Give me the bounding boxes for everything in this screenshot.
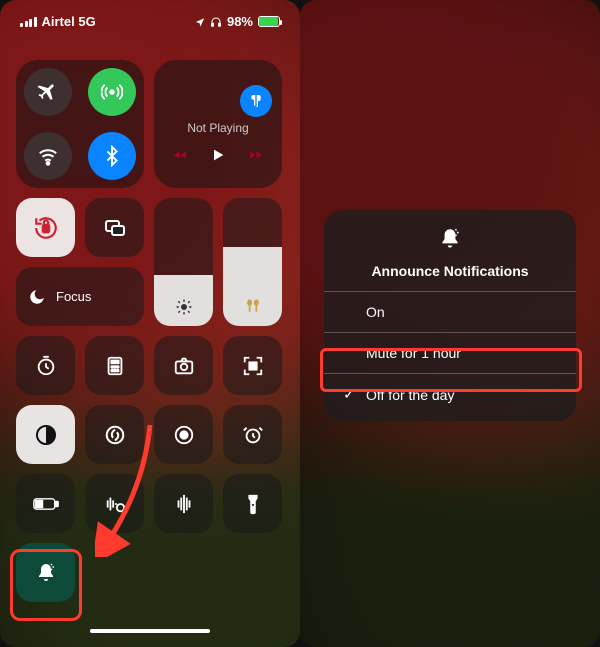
headphones-icon <box>210 16 222 28</box>
focus-button[interactable]: Focus <box>16 267 144 326</box>
camera-icon <box>173 355 195 377</box>
lock-rotation-icon <box>33 215 59 241</box>
dark-mode-icon <box>34 423 58 447</box>
option-on-label: On <box>366 304 385 320</box>
status-bar: Airtel 5G 98% <box>0 14 300 29</box>
calculator-icon <box>104 355 126 377</box>
mirroring-icon <box>103 216 127 240</box>
dark-mode-button[interactable] <box>16 405 75 464</box>
screenshot-left: Airtel 5G 98% <box>0 0 300 647</box>
option-on[interactable]: On <box>324 291 576 332</box>
focus-label: Focus <box>56 289 91 304</box>
announce-notifications-menu: Announce Notifications On Mute for 1 hou… <box>324 210 576 421</box>
battery-icon <box>258 16 280 27</box>
shazam-button[interactable] <box>85 405 144 464</box>
menu-title: Announce Notifications <box>324 263 576 279</box>
announce-bell-icon <box>34 561 58 585</box>
cellular-data-toggle[interactable] <box>88 68 136 116</box>
timer-icon <box>35 355 57 377</box>
record-icon <box>173 424 195 446</box>
shazam-icon <box>104 424 126 446</box>
sound-recognition-button[interactable] <box>85 474 144 533</box>
antenna-icon <box>101 81 123 103</box>
voice-memo-button[interactable] <box>154 474 213 533</box>
option-off-label: Off for the day <box>366 387 454 403</box>
calculator-button[interactable] <box>85 336 144 395</box>
announce-notifications-button[interactable] <box>16 543 75 602</box>
airpods-volume-icon <box>243 296 263 316</box>
timer-button[interactable] <box>16 336 75 395</box>
play-button[interactable] <box>210 147 226 163</box>
alarm-button[interactable] <box>223 405 282 464</box>
connectivity-tile[interactable] <box>16 60 144 188</box>
screen-mirroring-button[interactable] <box>85 198 144 257</box>
flashlight-icon <box>246 493 260 515</box>
bluetooth-toggle[interactable] <box>88 132 136 180</box>
orientation-lock-button[interactable] <box>16 198 75 257</box>
qr-icon <box>242 355 264 377</box>
sound-search-icon <box>103 493 127 515</box>
flashlight-button[interactable] <box>223 474 282 533</box>
audio-output-button[interactable] <box>240 85 272 117</box>
low-power-button[interactable] <box>16 474 75 533</box>
carrier-label: Airtel 5G <box>42 14 96 29</box>
screen-record-button[interactable] <box>154 405 213 464</box>
home-indicator[interactable] <box>90 629 210 633</box>
airpods-icon <box>248 93 264 109</box>
low-power-icon <box>33 496 59 512</box>
airplane-mode-toggle[interactable] <box>24 68 72 116</box>
location-icon <box>195 17 205 27</box>
previous-button[interactable] <box>172 148 188 162</box>
waveform-icon <box>172 493 196 515</box>
airplane-icon <box>37 81 59 103</box>
option-mute-1-hour[interactable]: Mute for 1 hour <box>324 332 576 373</box>
battery-percent: 98% <box>227 14 253 29</box>
wifi-icon <box>37 145 59 167</box>
alarm-icon <box>242 424 264 446</box>
camera-button[interactable] <box>154 336 213 395</box>
control-center: Not Playing <box>16 60 284 612</box>
volume-slider[interactable] <box>223 198 282 326</box>
moon-icon <box>28 288 46 306</box>
option-mute-label: Mute for 1 hour <box>366 345 461 361</box>
next-button[interactable] <box>248 148 264 162</box>
screenshot-right: Announce Notifications On Mute for 1 hou… <box>300 0 600 647</box>
qr-scanner-button[interactable] <box>223 336 282 395</box>
announce-bell-icon <box>437 226 463 252</box>
wifi-toggle[interactable] <box>24 132 72 180</box>
media-tile[interactable]: Not Playing <box>154 60 282 188</box>
now-playing-label: Not Playing <box>187 121 248 135</box>
brightness-slider[interactable] <box>154 198 213 326</box>
sun-icon <box>175 298 193 316</box>
signal-icon <box>20 17 37 27</box>
bluetooth-icon <box>101 145 123 167</box>
check-icon: ✓ <box>342 386 356 403</box>
option-off-for-day[interactable]: ✓ Off for the day <box>324 373 576 415</box>
